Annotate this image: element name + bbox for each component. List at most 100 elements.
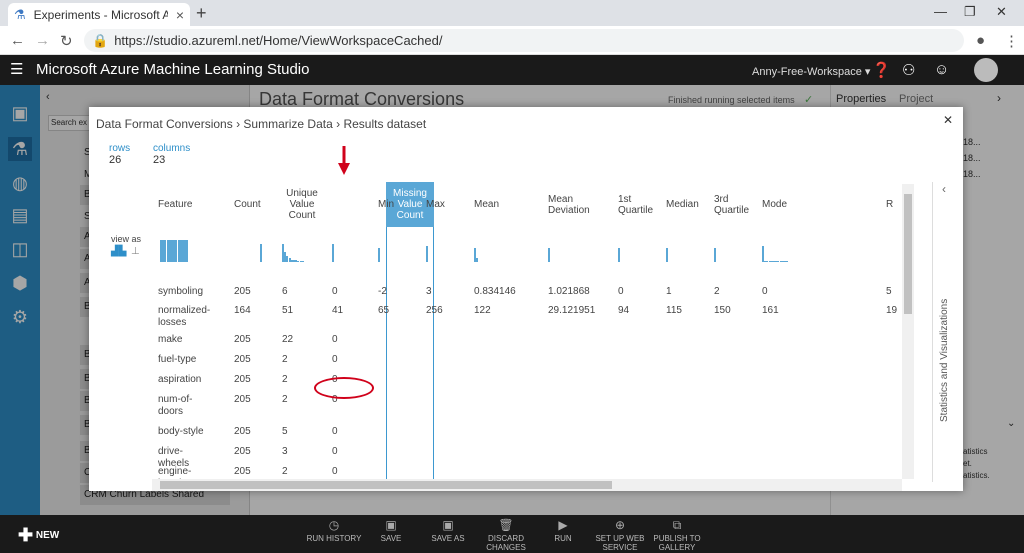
app-header: ☰ Microsoft Azure Machine Learning Studi…	[0, 55, 1024, 85]
cell-unique: 6	[282, 286, 288, 297]
feedback-smiley-icon[interactable]: ☺	[934, 61, 949, 78]
header-count[interactable]: Count	[234, 182, 261, 227]
chevron-left-icon[interactable]: ‹	[942, 182, 946, 196]
horizontal-scrollbar[interactable]	[152, 479, 902, 491]
help-icon[interactable]: ❓	[872, 61, 891, 79]
app-title: Microsoft Azure Machine Learning Studio	[36, 61, 310, 78]
profile-icon[interactable]: ●	[976, 32, 985, 49]
histogram-mode	[762, 240, 792, 262]
breadcrumb-item[interactable]: Data Format Conversions	[96, 117, 233, 131]
forward-icon[interactable]: →	[35, 32, 50, 49]
run-history-button[interactable]: ◷ RUN HISTORY	[306, 519, 362, 543]
horizontal-scroll-thumb[interactable]	[160, 481, 612, 489]
cell-feature: fuel-type	[158, 354, 197, 365]
cell-range: 5	[886, 286, 892, 297]
close-icon[interactable]: ✕	[943, 113, 953, 127]
cell-mode: 161	[762, 305, 779, 316]
table-row: num-of-doors 205 2 0	[152, 394, 900, 417]
browser-tab[interactable]: ⚗ Experiments - Microsoft Azure ×	[8, 3, 190, 26]
rows-count: rows 26	[109, 143, 130, 166]
cell-count: 205	[234, 354, 251, 365]
workspace-name: Anny-Free-Workspace	[752, 66, 862, 78]
header-range[interactable]: R	[886, 182, 893, 227]
close-tab-icon[interactable]: ×	[176, 7, 184, 23]
cell-count: 205	[234, 374, 251, 385]
header-mean[interactable]: Mean	[474, 182, 499, 227]
discard-label: DISCARD CHANGES	[486, 534, 526, 552]
close-window-icon[interactable]: ✕	[996, 4, 1007, 20]
header-min[interactable]: Min	[378, 182, 394, 227]
cell-median: 115	[666, 305, 682, 316]
cell-q3: 150	[714, 305, 731, 316]
cell-missing: 0	[332, 334, 338, 345]
hamburger-icon[interactable]: ☰	[10, 60, 23, 78]
breadcrumb-item[interactable]: Summarize Data	[243, 117, 332, 131]
table-row: drive-wheels 205 3 0	[152, 446, 900, 469]
header-median[interactable]: Median	[666, 182, 699, 227]
vertical-scroll-thumb[interactable]	[904, 194, 912, 314]
community-icon[interactable]: ⚇	[902, 61, 915, 79]
cell-q3: 2	[714, 286, 720, 297]
cell-feature: aspiration	[158, 374, 202, 385]
header-max[interactable]: Max	[426, 182, 445, 227]
run-label: RUN	[554, 534, 572, 543]
save-as-button[interactable]: ▣ SAVE AS	[420, 519, 476, 543]
statistics-panel[interactable]: ‹ Statistics and Visualizations	[932, 182, 963, 482]
rows-value: 26	[109, 154, 122, 166]
run-button[interactable]: ▶ RUN	[535, 519, 591, 543]
cell-unique: 5	[282, 426, 288, 437]
vertical-scrollbar[interactable]	[902, 184, 914, 479]
cell-feature: normalized-losses	[158, 305, 211, 328]
table-row: fuel-type 205 2 0	[152, 354, 900, 374]
url-field[interactable]: 🔒 https://studio.azureml.net/Home/ViewWo…	[84, 29, 964, 52]
history-icon: ◷	[328, 518, 340, 532]
url-text: https://studio.azureml.net/Home/ViewWork…	[114, 33, 443, 48]
header-mode[interactable]: Mode	[762, 182, 787, 227]
minimize-icon[interactable]: —	[934, 4, 947, 19]
header-unique-value-count[interactable]: Unique Value Count	[282, 182, 322, 227]
histogram-bar	[714, 248, 716, 262]
menu-icon[interactable]: ⋮	[1004, 32, 1019, 50]
header-1st-quartile[interactable]: 1st Quartile	[618, 182, 658, 227]
publish-to-gallery-button[interactable]: ⧉ PUBLISH TO GALLERY	[649, 519, 705, 552]
set-up-web-service-button[interactable]: ⊕ SET UP WEB SERVICE	[592, 519, 648, 552]
histogram-bar	[301, 261, 304, 262]
header-mean-deviation[interactable]: Mean Deviation	[548, 182, 598, 227]
save-label: SAVE	[380, 534, 402, 543]
header-3rd-quartile[interactable]: 3rd Quartile	[714, 182, 754, 227]
columns-count: columns 23	[153, 143, 190, 166]
rows-label: rows	[109, 143, 131, 154]
histogram-view-icon[interactable]: ▟▙	[111, 246, 126, 257]
header-feature[interactable]: Feature	[158, 182, 192, 227]
boxplot-view-icon[interactable]: ⊥	[131, 246, 140, 257]
cell-mean: 0.834146	[474, 286, 516, 297]
publish-label: PUBLISH TO GALLERY	[653, 534, 701, 552]
histogram-bar	[260, 244, 263, 262]
histogram-unique	[282, 240, 318, 262]
new-tab-icon[interactable]: +	[196, 3, 207, 24]
red-circle-annotation	[314, 377, 374, 399]
avatar[interactable]	[974, 58, 998, 82]
browser-tab-bar: ⚗ Experiments - Microsoft Azure × + — ❐ …	[0, 0, 1024, 26]
back-icon[interactable]: ←	[10, 32, 25, 49]
save-button[interactable]: ▣ SAVE	[363, 519, 419, 543]
columns-value: 23	[153, 154, 166, 166]
discard-changes-button[interactable]: 🗑 DISCARD CHANGES	[478, 519, 534, 552]
workspace-selector[interactable]: Anny-Free-Workspace ▾	[752, 65, 870, 78]
cell-missing: 0	[332, 466, 338, 477]
histogram-missing	[332, 240, 362, 262]
cell-count: 205	[234, 394, 251, 405]
cell-count: 205	[234, 426, 251, 437]
cell-missing: 0	[332, 354, 338, 365]
summary-table: Missing Value Count Feature Count Unique…	[152, 182, 900, 482]
histogram-mean-deviation	[548, 240, 578, 262]
new-button[interactable]: ✚ NEW	[18, 525, 59, 546]
cell-count: 164	[234, 305, 251, 316]
reload-icon[interactable]: ↻	[60, 32, 73, 50]
restore-icon[interactable]: ❐	[964, 4, 976, 20]
breadcrumb-item: Results dataset	[343, 117, 427, 131]
cell-unique: 51	[282, 305, 294, 316]
cell-count: 205	[234, 446, 251, 457]
histogram-bar	[762, 246, 764, 262]
plus-icon: ✚	[18, 525, 34, 545]
